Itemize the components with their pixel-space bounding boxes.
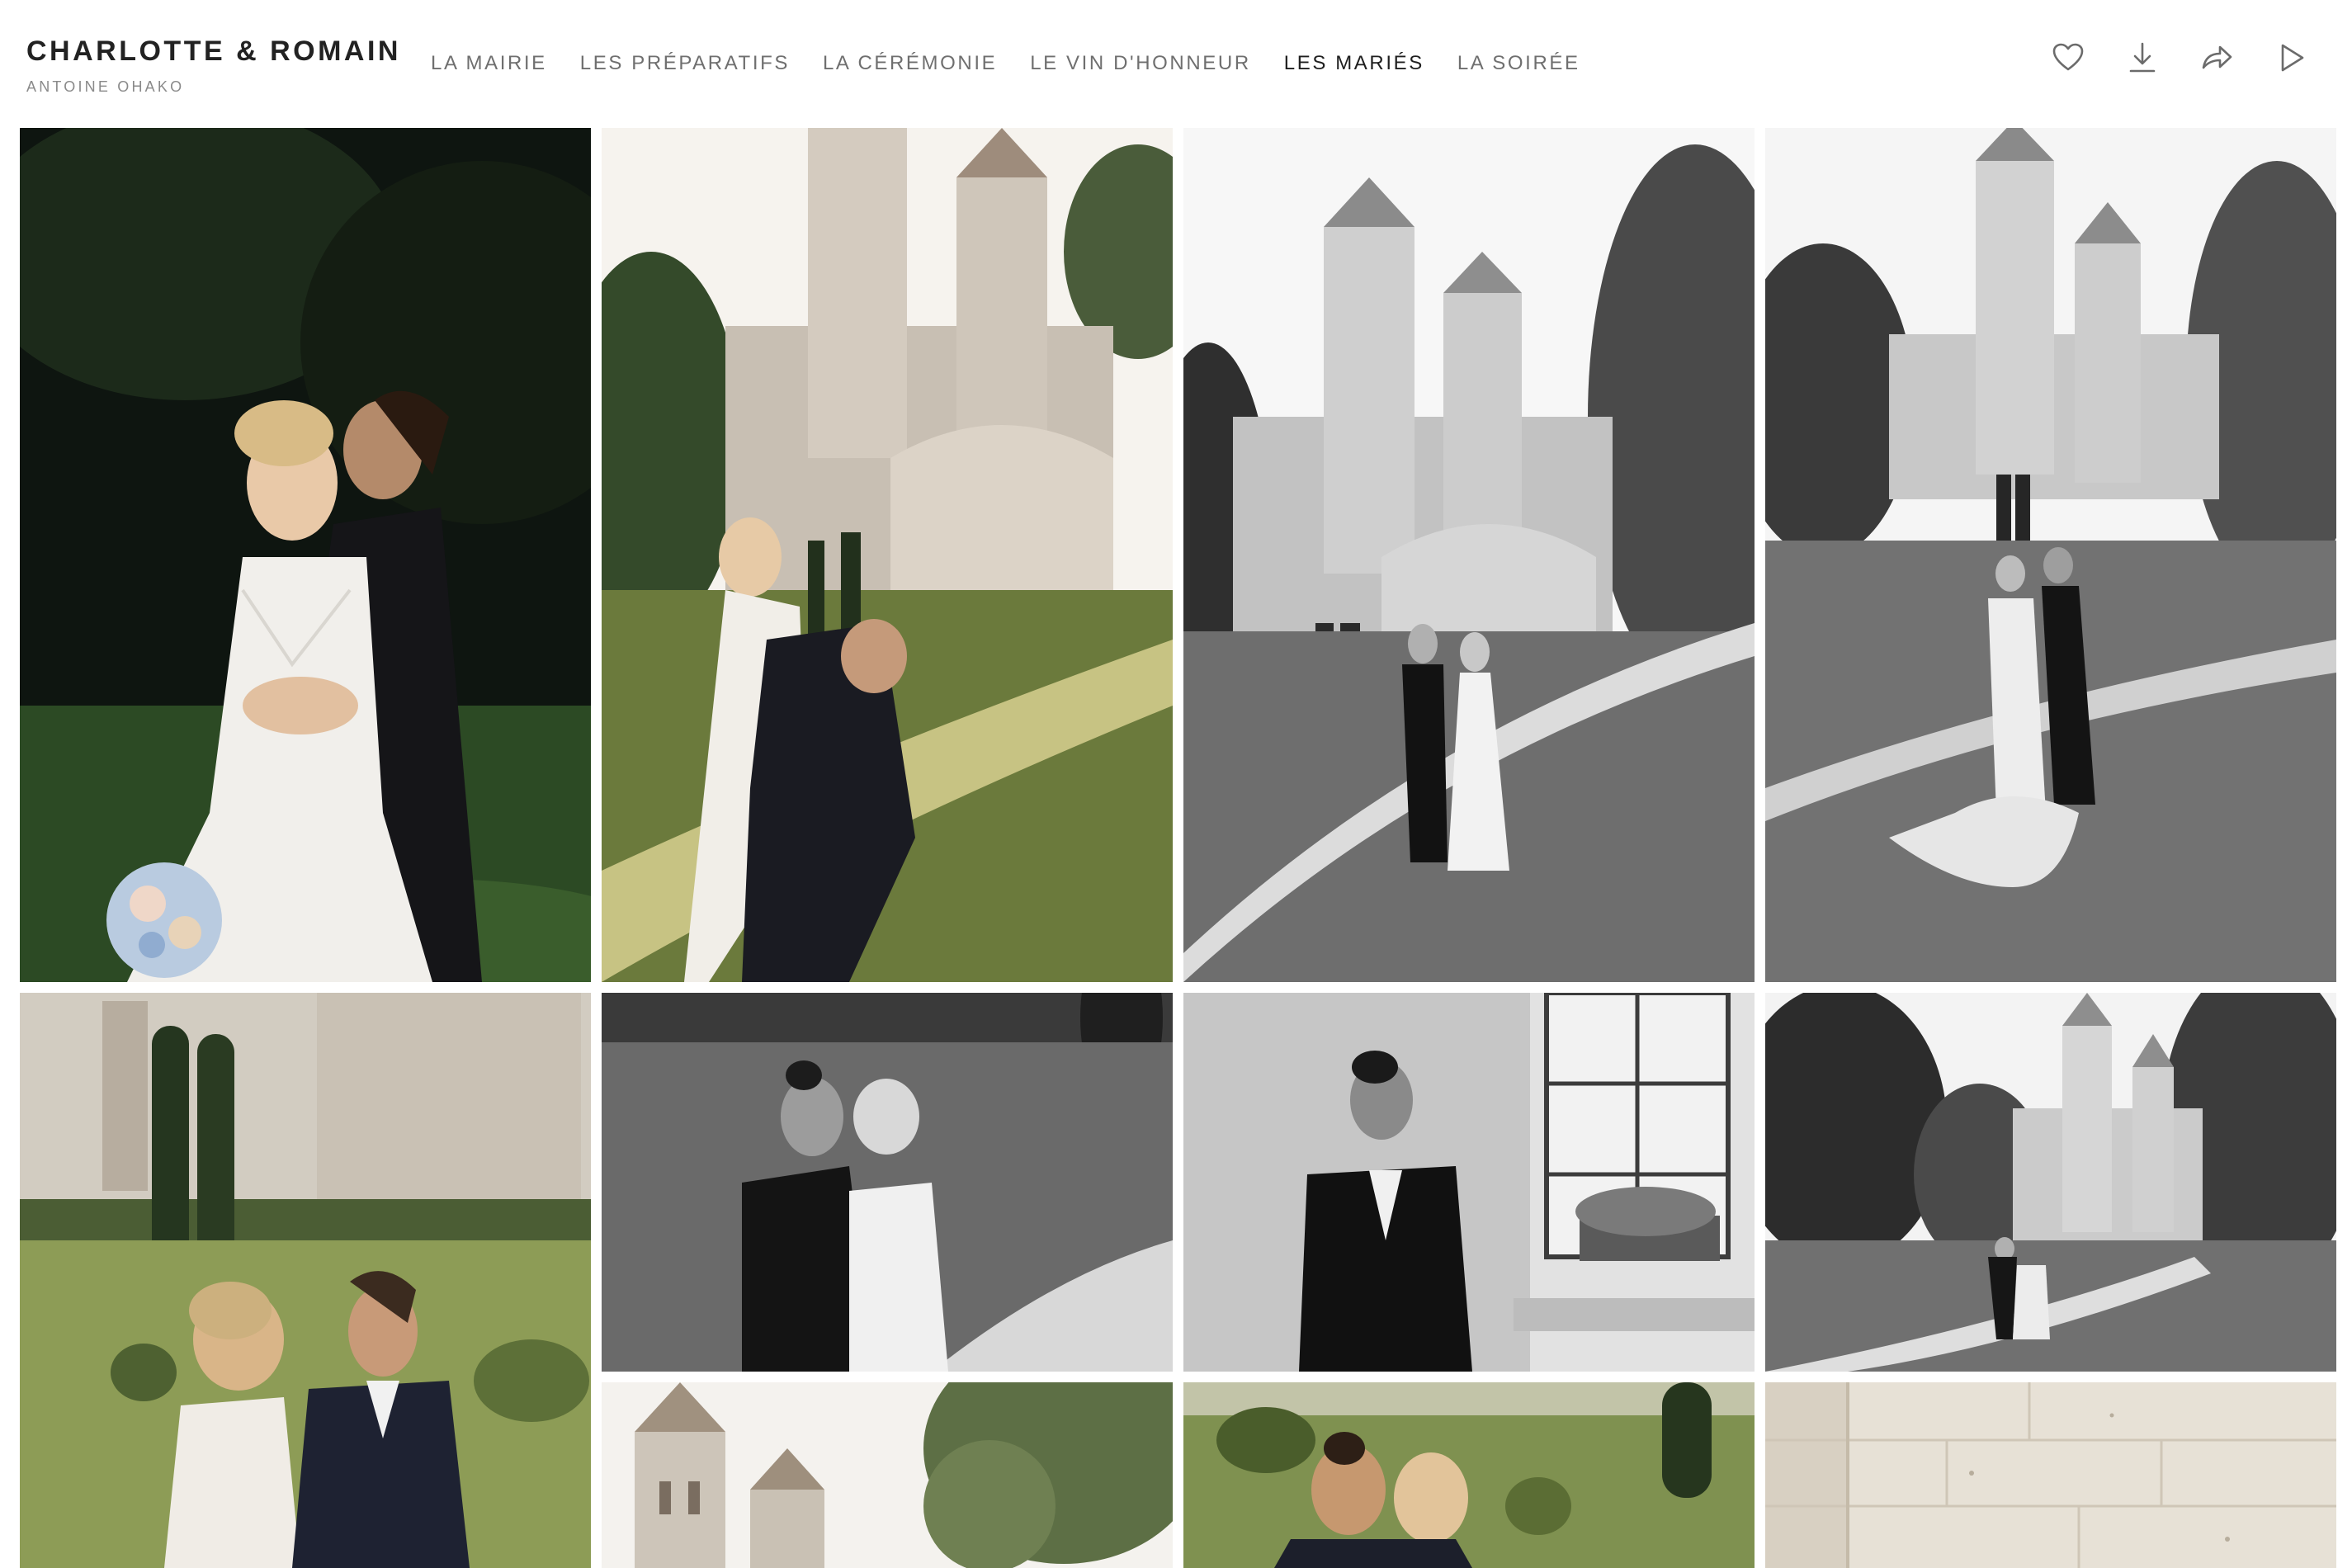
photo-couple-hug-garden: [1183, 1382, 1755, 1568]
photo-tile-9[interactable]: [602, 1382, 1173, 1568]
photo-tile-11[interactable]: [1765, 1382, 2336, 1568]
photo-couple-embrace-garden: [20, 993, 591, 1568]
photo-tile-7[interactable]: [1183, 993, 1755, 1372]
photo-couple-dip-kiss-church: [1765, 993, 2336, 1372]
photo-tile-1[interactable]: [20, 128, 591, 982]
photo-grid: [0, 0, 2352, 1568]
photo-tile-10[interactable]: [1183, 1382, 1755, 1568]
photo-groom-leaning-wall: [1183, 993, 1755, 1372]
photo-stone-wall: [1765, 1382, 2336, 1568]
photo-couple-forehead: [602, 993, 1173, 1372]
photo-couple-walking-church: [1183, 128, 1755, 982]
photo-tile-4[interactable]: [1765, 128, 2336, 982]
photo-tile-2[interactable]: [602, 128, 1173, 982]
photo-church-towers: [602, 1382, 1173, 1568]
photo-couple-portrait-garden: [20, 128, 591, 982]
photo-tile-3[interactable]: [1183, 128, 1755, 982]
photo-tile-8[interactable]: [1765, 993, 2336, 1372]
photo-tile-5[interactable]: [20, 993, 591, 1568]
photo-couple-kissing-church: [1765, 128, 2336, 982]
photo-groom-lifting-bride: [602, 128, 1173, 982]
photo-tile-6[interactable]: [602, 993, 1173, 1372]
